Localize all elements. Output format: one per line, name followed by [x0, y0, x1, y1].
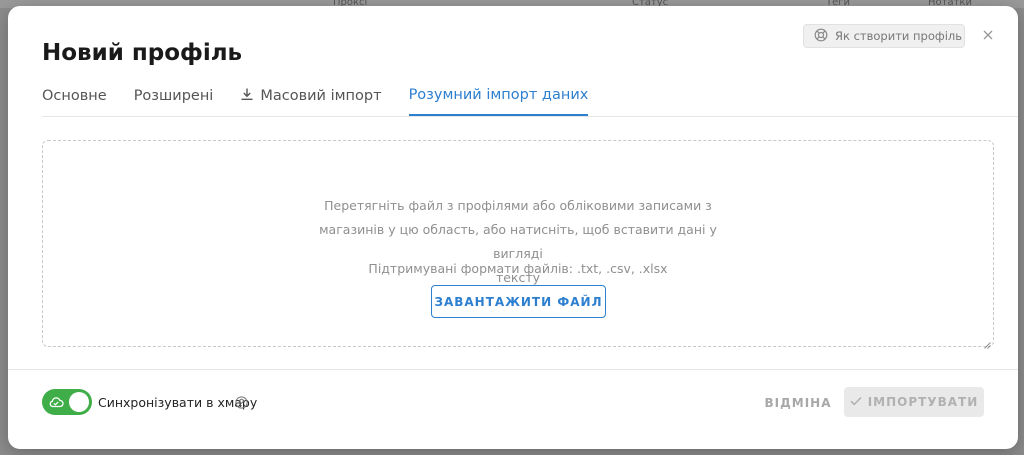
tab-basic-label: Основне — [42, 87, 107, 104]
import-button[interactable]: ІМПОРТУВАТИ — [844, 387, 984, 417]
cloud-icon — [48, 395, 64, 414]
tab-basic[interactable]: Основне — [42, 76, 107, 115]
tab-smart-import[interactable]: Розумний імпорт даних — [408, 76, 589, 116]
tab-smart-import-label: Розумний імпорт даних — [408, 87, 589, 103]
dropzone-line: Перетягніть файл з профілями або обліков… — [324, 198, 712, 213]
lifebuoy-icon — [814, 28, 828, 45]
sync-cloud-toggle[interactable] — [42, 389, 92, 415]
dropzone-line: магазинів у цю область, або натисніть, щ… — [319, 222, 717, 261]
upload-file-button[interactable]: ЗАВАНТАЖИТИ ФАЙЛ — [431, 285, 606, 318]
tab-advanced-label: Розширені — [133, 87, 214, 104]
close-button[interactable] — [976, 24, 1000, 48]
supported-formats: Підтримувані формати файлів: .txt, .csv,… — [368, 261, 668, 276]
tab-bulk-import-label: Масовий імпорт — [260, 87, 382, 104]
check-icon — [850, 395, 862, 409]
question-circle-icon[interactable] — [235, 396, 248, 414]
how-to-create-profile-button[interactable]: Як створити профіль — [803, 24, 965, 48]
sync-cloud-label: Синхронізувати в хмару — [98, 395, 258, 410]
close-icon — [983, 27, 993, 45]
profile-tabs: Основне Розширені Масовий імпорт Розумни… — [42, 76, 1018, 117]
cancel-button[interactable]: ВІДМІНА — [758, 388, 838, 418]
file-dropzone[interactable]: Перетягніть файл з профілями або обліков… — [42, 140, 994, 349]
resize-handle-icon[interactable] — [983, 336, 991, 349]
tab-bulk-import[interactable]: Масовий імпорт — [240, 76, 382, 115]
tab-advanced[interactable]: Розширені — [134, 76, 214, 115]
modal-title: Новий профіль — [42, 40, 243, 66]
footer-divider — [8, 369, 1018, 370]
new-profile-modal: Новий профіль Як створити профіль Основн… — [8, 6, 1018, 449]
toggle-knob — [69, 392, 89, 412]
how-to-create-profile-label: Як створити профіль — [835, 29, 963, 43]
download-icon — [240, 87, 254, 105]
import-button-label: ІМПОРТУВАТИ — [867, 395, 979, 409]
